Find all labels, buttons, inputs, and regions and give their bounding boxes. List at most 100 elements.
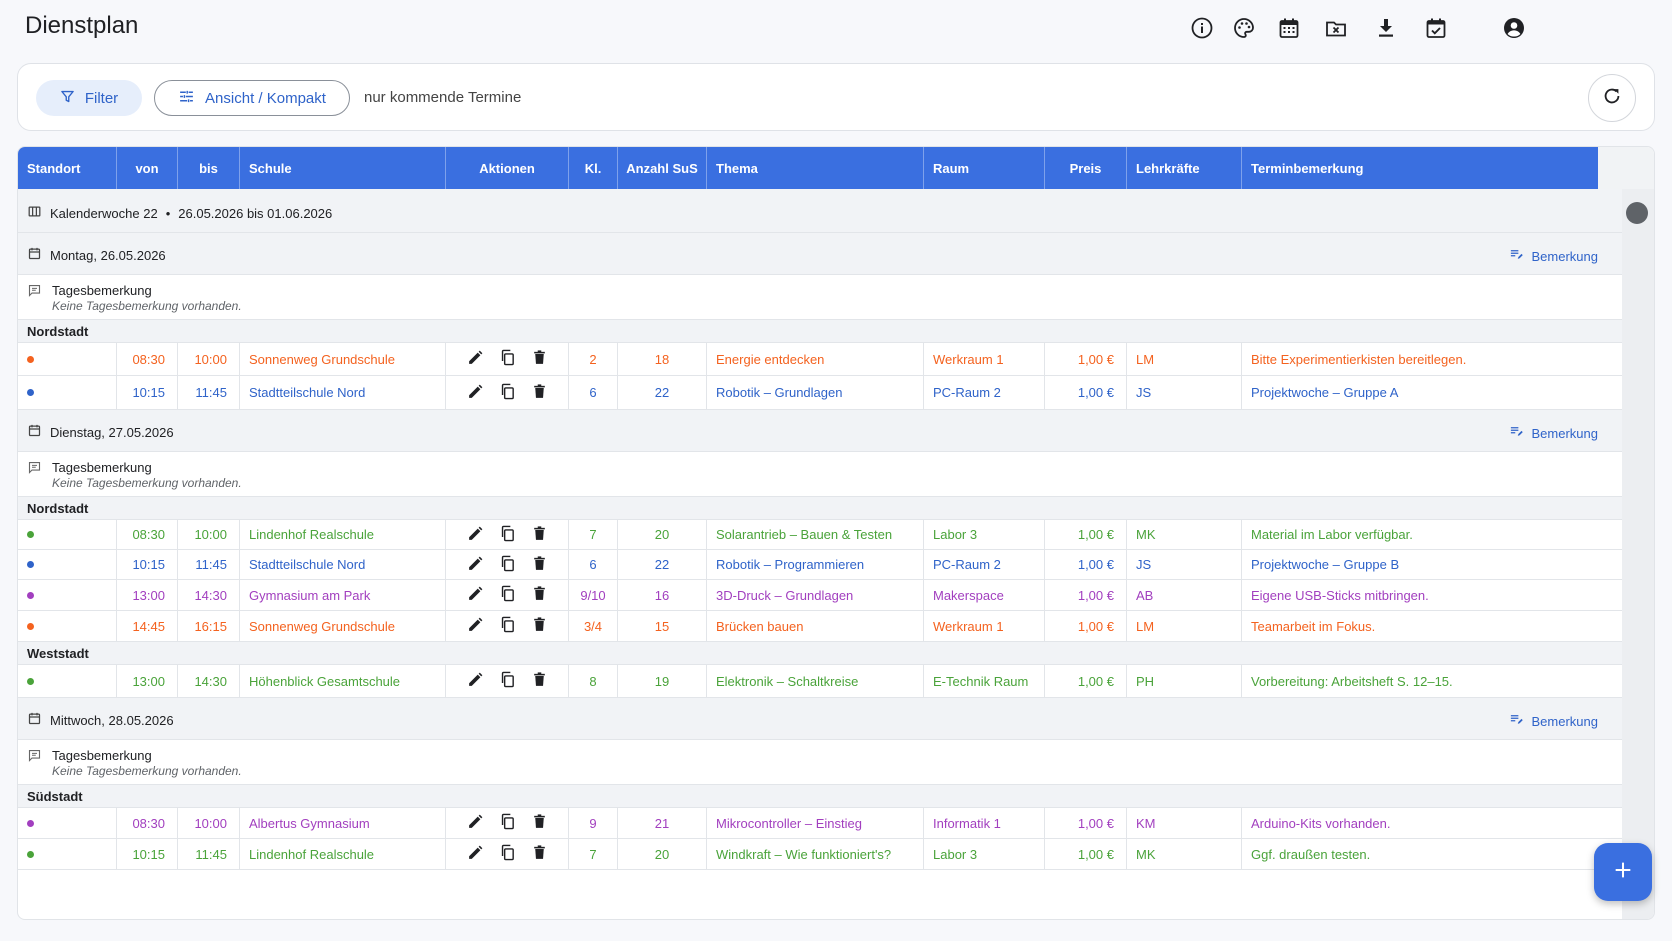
cell-kl: 2: [569, 343, 618, 375]
edit-icon[interactable]: [467, 616, 484, 636]
delete-icon[interactable]: [531, 616, 548, 636]
comment-icon: [27, 460, 42, 480]
cell-von: 08:30: [117, 343, 178, 375]
col-lehrkraefte[interactable]: Lehrkräfte: [1127, 147, 1242, 189]
cell-kl-text: 9/10: [580, 587, 606, 603]
cell-bemerkung: Projektwoche – Gruppe B: [1242, 550, 1598, 579]
appointment-row[interactable]: 10:15 11:45 Lindenhof Realschule 7 20 Windkra…: [18, 839, 1622, 870]
col-preis[interactable]: Preis: [1045, 147, 1127, 189]
day-remark-button[interactable]: Bemerkung: [1509, 247, 1598, 265]
col-klasse[interactable]: Kl.: [569, 147, 618, 189]
cell-actions: [446, 665, 569, 697]
appointment-row[interactable]: 08:30 10:00 Albertus Gymnasium 9 21 Mikrocont…: [18, 808, 1622, 839]
delete-icon[interactable]: [531, 813, 548, 833]
col-schule[interactable]: Schule: [240, 147, 446, 189]
copy-icon[interactable]: [499, 383, 516, 403]
status-dot: [27, 850, 34, 858]
copy-icon[interactable]: [499, 349, 516, 369]
copy-icon[interactable]: [499, 616, 516, 636]
cell-preis: 1,00 €: [1045, 376, 1127, 409]
appointment-row[interactable]: 10:15 11:45 Stadtteilschule Nord 6 22 Robotik…: [18, 376, 1622, 410]
location-row: Weststadt: [18, 642, 1622, 665]
status-dot: [27, 355, 34, 363]
day-note-text: Keine Tagesbemerkung vorhanden.: [52, 476, 242, 490]
appointment-row[interactable]: 14:45 16:15 Sonnenweg Grundschule 3/4 15 Brüc…: [18, 611, 1622, 642]
col-standort[interactable]: Standort: [18, 147, 117, 189]
info-icon[interactable]: [1188, 14, 1216, 42]
cell-bis: 10:00: [178, 808, 240, 838]
scrollbar-track[interactable]: [1622, 189, 1654, 919]
appointment-row[interactable]: 13:00 14:30 Gymnasium am Park 9/10 16 3D-Druc…: [18, 580, 1622, 611]
cell-kl: 8: [569, 665, 618, 697]
download-icon[interactable]: [1372, 14, 1400, 42]
day-remark-button[interactable]: Bemerkung: [1509, 424, 1598, 442]
location-row: Nordstadt: [18, 497, 1622, 520]
edit-icon[interactable]: [467, 525, 484, 545]
cell-dot: [18, 839, 117, 869]
cell-von: 13:00: [117, 665, 178, 697]
appointment-row[interactable]: 08:30 10:00 Sonnenweg Grundschule 2 18 Energi…: [18, 343, 1622, 376]
appointment-row[interactable]: 10:15 11:45 Stadtteilschule Nord 6 22 Robotik…: [18, 550, 1622, 580]
edit-icon[interactable]: [467, 585, 484, 605]
copy-icon[interactable]: [499, 671, 516, 691]
cell-lehrkraft: MK: [1127, 839, 1242, 869]
copy-icon[interactable]: [499, 813, 516, 833]
cell-preis: 1,00 €: [1045, 839, 1127, 869]
cell-thema-text: Energie entdecken: [716, 351, 825, 367]
add-appointment-button[interactable]: [1594, 843, 1652, 901]
table-header: Standort von bis Schule Aktionen Kl. Anz…: [18, 147, 1598, 189]
delete-icon[interactable]: [531, 383, 548, 403]
scrollbar-thumb[interactable]: [1626, 202, 1648, 224]
cell-bis: 14:30: [178, 665, 240, 697]
cell-preis-text: 1,00 €: [1077, 673, 1114, 689]
cell-preis: 1,00 €: [1045, 611, 1127, 641]
edit-icon[interactable]: [467, 349, 484, 369]
cell-bemerkung: Material im Labor verfügbar.: [1242, 520, 1598, 549]
calendar-icon[interactable]: [1275, 14, 1303, 42]
edit-icon[interactable]: [467, 844, 484, 864]
cell-bis: 11:45: [178, 376, 240, 409]
calendar-icon: [27, 423, 42, 441]
cell-bis: 11:45: [178, 550, 240, 579]
filter-button[interactable]: Filter: [36, 80, 142, 116]
delete-icon[interactable]: [531, 349, 548, 369]
filter-hint: nur kommende Termine: [364, 89, 522, 106]
delete-icon[interactable]: [531, 555, 548, 575]
delete-icon[interactable]: [531, 525, 548, 545]
account-icon[interactable]: [1500, 14, 1528, 42]
calendar-check-icon[interactable]: [1422, 14, 1450, 42]
day-remark-button[interactable]: Bemerkung: [1509, 712, 1598, 730]
cell-dot: [18, 665, 117, 697]
copy-icon[interactable]: [499, 844, 516, 864]
day-date: Montag, 26.05.2026: [50, 247, 166, 263]
appointment-row[interactable]: 08:30 10:00 Lindenhof Realschule 7 20 Solaran…: [18, 520, 1622, 550]
copy-icon[interactable]: [499, 585, 516, 605]
palette-icon[interactable]: [1230, 14, 1258, 42]
edit-icon[interactable]: [467, 383, 484, 403]
day-header-row: Dienstag, 27.05.2026 Bemerkung: [18, 410, 1622, 452]
cell-schule-text: Sonnenweg Grundschule: [249, 351, 395, 367]
col-von[interactable]: von: [117, 147, 178, 189]
folder-x-icon[interactable]: [1322, 14, 1350, 42]
delete-icon[interactable]: [531, 844, 548, 864]
edit-icon[interactable]: [467, 813, 484, 833]
cell-raum-text: Makerspace: [933, 587, 1004, 603]
refresh-button[interactable]: [1588, 74, 1636, 122]
col-raum[interactable]: Raum: [924, 147, 1045, 189]
copy-icon[interactable]: [499, 525, 516, 545]
edit-icon[interactable]: [467, 671, 484, 691]
view-mode-button[interactable]: Ansicht / Kompakt: [154, 80, 350, 116]
col-terminbemerkung[interactable]: Terminbemerkung: [1242, 147, 1598, 189]
cell-kl: 6: [569, 376, 618, 409]
col-thema[interactable]: Thema: [707, 147, 924, 189]
delete-icon[interactable]: [531, 671, 548, 691]
cell-bemerkung: Ggf. draußen testen.: [1242, 839, 1598, 869]
col-anzahl[interactable]: Anzahl SuS: [618, 147, 707, 189]
cell-actions: [446, 808, 569, 838]
delete-icon[interactable]: [531, 585, 548, 605]
appointment-row[interactable]: 13:00 14:30 Höhenblick Gesamtschule 8 19 Elek…: [18, 665, 1622, 698]
edit-icon[interactable]: [467, 555, 484, 575]
cell-schule-text: Stadtteilschule Nord: [249, 385, 366, 400]
copy-icon[interactable]: [499, 555, 516, 575]
col-bis[interactable]: bis: [178, 147, 240, 189]
